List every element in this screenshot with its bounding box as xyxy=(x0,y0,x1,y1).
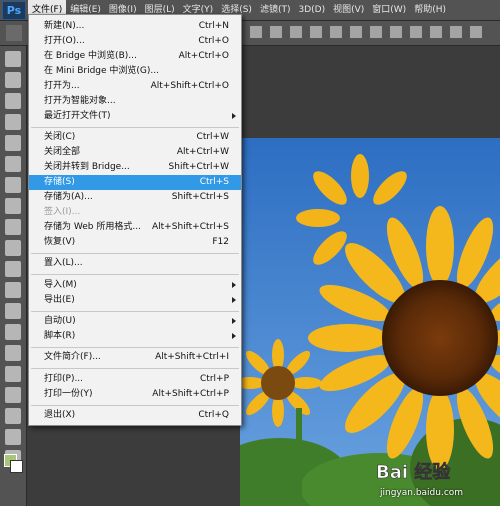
menu-item-file-info[interactable]: 文件简介(F)... Alt+Shift+Ctrl+I xyxy=(29,350,241,365)
menu-item-save-as[interactable]: 存储为(A)... Shift+Ctrl+S xyxy=(29,190,241,205)
clone-stamp-icon[interactable] xyxy=(5,219,21,235)
submenu-arrow-icon xyxy=(232,113,236,119)
shape-icon[interactable] xyxy=(5,408,21,424)
eraser-icon[interactable] xyxy=(5,261,21,277)
healing-brush-icon[interactable] xyxy=(5,177,21,193)
menu-item-print[interactable]: 打印(P)... Ctrl+P xyxy=(29,372,241,387)
align-middle-icon[interactable] xyxy=(270,26,282,38)
sunflower-photo xyxy=(240,138,500,506)
eyedropper-icon[interactable] xyxy=(5,156,21,172)
align-icons xyxy=(250,26,482,38)
menu-item-revert[interactable]: 恢复(V) F12 xyxy=(29,235,241,250)
menu-item-open[interactable]: 打开(O)... Ctrl+O xyxy=(29,34,241,49)
menu-view[interactable]: 视图(V) xyxy=(329,0,368,20)
tools-panel xyxy=(0,46,27,506)
dodge-icon[interactable] xyxy=(5,324,21,340)
menu-separator xyxy=(31,405,239,406)
file-menu-dropdown: 新建(N)... Ctrl+N 打开(O)... Ctrl+O 在 Bridge 中… xyxy=(28,14,242,426)
move-tool-icon[interactable] xyxy=(6,25,22,41)
menu-item-open-as[interactable]: 打开为... Alt+Shift+Ctrl+O xyxy=(29,79,241,94)
history-brush-icon[interactable] xyxy=(5,240,21,256)
menu-3d[interactable]: 3D(D) xyxy=(294,0,329,20)
distribute-bottom-icon[interactable] xyxy=(410,26,422,38)
menu-separator xyxy=(31,253,239,254)
submenu-arrow-icon xyxy=(232,318,236,324)
photoshop-logo: Ps xyxy=(2,1,26,20)
menu-item-place[interactable]: 置入(L)... xyxy=(29,256,241,271)
path-select-icon[interactable] xyxy=(5,387,21,403)
menu-separator xyxy=(31,274,239,275)
menu-item-close-go-bridge[interactable]: 关闭并转到 Bridge... Shift+Ctrl+W xyxy=(29,160,241,175)
menu-filter[interactable]: 滤镜(T) xyxy=(256,0,295,20)
menu-item-print-one-copy[interactable]: 打印一份(Y) Alt+Shift+Ctrl+P xyxy=(29,387,241,402)
menu-help[interactable]: 帮助(H) xyxy=(410,0,450,20)
marquee-icon[interactable] xyxy=(5,72,21,88)
distribute-middle-icon[interactable] xyxy=(390,26,402,38)
menu-item-browse-bridge[interactable]: 在 Bridge 中浏览(B)... Alt+Ctrl+O xyxy=(29,49,241,64)
align-center-icon[interactable] xyxy=(330,26,342,38)
menu-separator xyxy=(31,368,239,369)
menu-item-save[interactable]: 存储(S) Ctrl+S xyxy=(29,175,241,190)
menu-item-save-for-web[interactable]: 存储为 Web 所用格式... Alt+Shift+Ctrl+S xyxy=(29,220,241,235)
menu-item-import[interactable]: 导入(M) xyxy=(29,278,241,293)
watermark-url: jingyan.baidu.com xyxy=(380,488,464,498)
menu-item-new[interactable]: 新建(N)... Ctrl+N xyxy=(29,19,241,34)
menu-separator xyxy=(31,127,239,128)
menu-item-exit[interactable]: 退出(X) Ctrl+Q xyxy=(29,408,241,423)
lasso-icon[interactable] xyxy=(5,93,21,109)
distribute-top-icon[interactable] xyxy=(370,26,382,38)
menu-item-open-smart-object[interactable]: 打开为智能对象... xyxy=(29,94,241,109)
align-bottom-icon[interactable] xyxy=(290,26,302,38)
submenu-arrow-icon xyxy=(232,282,236,288)
type-icon[interactable] xyxy=(5,366,21,382)
menu-separator xyxy=(31,311,239,312)
distribute-right-icon[interactable] xyxy=(470,26,482,38)
svg-text:Bai 经验: Bai 经验 xyxy=(376,461,451,483)
baidu-jingyan-logo: Bai 经验 xyxy=(376,461,452,484)
hand-icon[interactable] xyxy=(5,429,21,445)
brush-icon[interactable] xyxy=(5,198,21,214)
menu-item-check-in: 签入(I)... xyxy=(44,207,81,217)
align-left-icon[interactable] xyxy=(310,26,322,38)
menu-separator xyxy=(31,347,239,348)
move-icon[interactable] xyxy=(5,51,21,67)
align-top-icon[interactable] xyxy=(250,26,262,38)
align-right-icon[interactable] xyxy=(350,26,362,38)
baidu-watermark: Bai 经验 jingyan.baidu.com xyxy=(372,456,500,506)
menu-window[interactable]: 窗口(W) xyxy=(368,0,410,20)
menu-item-recent-files[interactable]: 最近打开文件(T) xyxy=(29,109,241,124)
background-color-swatch[interactable] xyxy=(10,460,23,473)
pen-icon[interactable] xyxy=(5,345,21,361)
gradient-icon[interactable] xyxy=(5,282,21,298)
submenu-arrow-icon xyxy=(232,333,236,339)
blur-icon[interactable] xyxy=(5,303,21,319)
menu-item-close-all[interactable]: 关闭全部 Alt+Ctrl+W xyxy=(29,145,241,160)
menu-item-close[interactable]: 关闭(C) Ctrl+W xyxy=(29,130,241,145)
distribute-center-icon[interactable] xyxy=(450,26,462,38)
crop-icon[interactable] xyxy=(5,135,21,151)
distribute-left-icon[interactable] xyxy=(430,26,442,38)
menu-item-automate[interactable]: 自动(U) xyxy=(29,314,241,329)
sunflower-image xyxy=(240,138,500,506)
quick-select-icon[interactable] xyxy=(5,114,21,130)
menu-item-browse-mini-bridge[interactable]: 在 Mini Bridge 中浏览(G)... xyxy=(29,64,241,79)
submenu-arrow-icon xyxy=(232,297,236,303)
menu-item-scripts[interactable]: 脚本(R) xyxy=(29,329,241,344)
menu-item-export[interactable]: 导出(E) xyxy=(29,293,241,308)
